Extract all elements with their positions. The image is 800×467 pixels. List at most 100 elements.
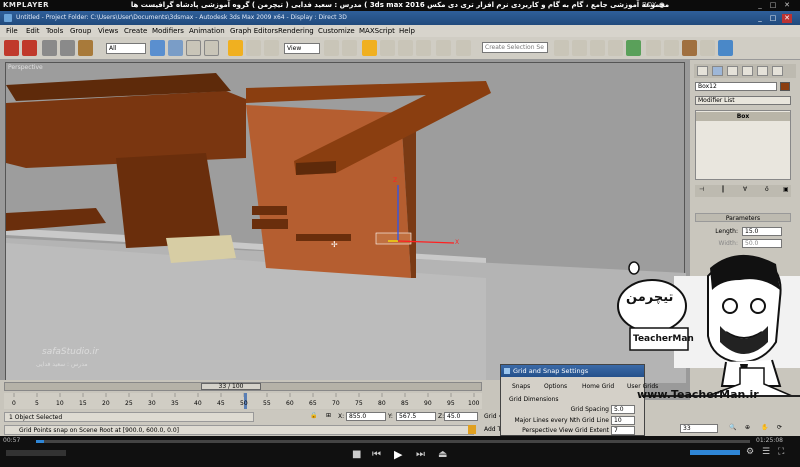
remove-modifier-icon[interactable]: ö xyxy=(765,186,769,193)
edit-named-sel-icon[interactable] xyxy=(436,40,451,56)
curve-editor-icon[interactable] xyxy=(590,40,605,56)
make-unique-icon[interactable]: ∀ xyxy=(743,186,747,193)
eject-icon[interactable]: ⏏ xyxy=(438,449,447,460)
mirror-icon[interactable] xyxy=(456,40,471,56)
schematic-view-icon[interactable] xyxy=(608,40,623,56)
stop-icon[interactable]: ■ xyxy=(352,449,361,460)
menu-file[interactable]: File xyxy=(6,25,18,37)
zoom-icon[interactable]: 🔍 xyxy=(729,424,736,431)
tab-snaps[interactable]: Snaps xyxy=(512,383,530,390)
show-end-result-icon[interactable]: ║ xyxy=(721,186,725,193)
menu-rendering[interactable]: Rendering xyxy=(278,25,314,37)
window-crossing-icon[interactable] xyxy=(204,40,219,56)
object-color-swatch[interactable] xyxy=(780,82,790,91)
motion-tab-icon[interactable] xyxy=(742,66,753,76)
pivot-center-icon[interactable] xyxy=(324,40,339,56)
menu-tools[interactable]: Tools xyxy=(46,25,63,37)
modify-tab-icon[interactable] xyxy=(712,66,723,76)
hierarchy-tab-icon[interactable] xyxy=(727,66,738,76)
tab-home-grid[interactable]: Home Grid xyxy=(582,383,614,390)
volume-slider[interactable] xyxy=(690,450,740,455)
menu-modifiers[interactable]: Modifiers xyxy=(152,25,184,37)
scale-icon[interactable] xyxy=(264,40,279,56)
menu-views[interactable]: Views xyxy=(98,25,118,37)
menu-animation[interactable]: Animation xyxy=(189,25,225,37)
ref-coord-dropdown[interactable]: View xyxy=(284,43,320,54)
menu-maxscript[interactable]: MAXScript xyxy=(359,25,395,37)
bind-spacewarp-icon[interactable] xyxy=(78,40,93,56)
teacherman-url[interactable]: www.TeacherMan.ir xyxy=(637,388,759,401)
time-slider-track[interactable]: 33 / 100 xyxy=(4,382,482,391)
move-icon[interactable] xyxy=(228,40,243,56)
time-slider[interactable]: 33 / 100 xyxy=(201,383,261,390)
align-icon[interactable] xyxy=(554,40,569,56)
tab-options[interactable]: Options xyxy=(544,383,567,390)
seek-bar[interactable] xyxy=(36,440,750,443)
seek-progress xyxy=(36,440,44,443)
object-name-field[interactable]: Box12 xyxy=(695,82,777,91)
snap-toggle-icon[interactable] xyxy=(362,40,377,56)
rotate-icon[interactable] xyxy=(246,40,261,56)
quick-render-icon[interactable] xyxy=(682,40,697,56)
fullscreen-icon[interactable]: ⛶ xyxy=(778,447,784,457)
lock-icon[interactable]: 🔒 xyxy=(310,412,317,419)
render-setup-icon[interactable] xyxy=(646,40,661,56)
menu-graph-editors[interactable]: Graph Editors xyxy=(230,25,278,37)
redo-icon[interactable] xyxy=(22,40,37,56)
undo-icon[interactable] xyxy=(4,40,19,56)
next-icon[interactable]: ⏭ xyxy=(416,449,425,460)
modifier-list-dropdown[interactable]: Modifier List xyxy=(695,96,791,105)
select-by-name-icon[interactable] xyxy=(168,40,183,56)
z-coord-input[interactable]: 45.0 xyxy=(444,412,478,421)
length-input[interactable]: 15.0 xyxy=(742,227,782,236)
render-teapot-icon[interactable] xyxy=(700,40,715,56)
angle-snap-icon[interactable] xyxy=(380,40,395,56)
select-manipulate-icon[interactable] xyxy=(342,40,357,56)
active-shade-icon[interactable] xyxy=(718,40,733,56)
win-close-icon[interactable]: ✕ xyxy=(782,14,792,23)
menu-edit[interactable]: Edit xyxy=(26,25,40,37)
percent-snap-icon[interactable] xyxy=(398,40,413,56)
current-frame-input[interactable]: 33 xyxy=(680,424,718,433)
menu-create[interactable]: Create xyxy=(124,25,147,37)
add-time-tag-icon[interactable] xyxy=(468,425,476,434)
bench-leg-left xyxy=(6,208,106,231)
perspective-viewport[interactable]: Perspective Z X ✢ safaStudio.ir مدرس : س… xyxy=(5,62,686,383)
link-icon[interactable] xyxy=(42,40,57,56)
rendered-frame-icon[interactable] xyxy=(664,40,679,56)
layer-manager-icon[interactable] xyxy=(572,40,587,56)
select-object-icon[interactable] xyxy=(150,40,165,56)
y-coord-input[interactable]: 567.5 xyxy=(396,412,436,421)
menu-help[interactable]: Help xyxy=(399,25,415,37)
create-selection-set[interactable]: Create Selection Se xyxy=(482,42,548,53)
parameters-rollout[interactable]: Parameters xyxy=(695,213,791,222)
display-tab-icon[interactable] xyxy=(757,66,768,76)
material-editor-icon[interactable] xyxy=(626,40,641,56)
selection-filter[interactable]: All xyxy=(106,43,146,54)
rect-selection-icon[interactable] xyxy=(186,40,201,56)
unlink-icon[interactable] xyxy=(60,40,75,56)
menu-customize[interactable]: Customize xyxy=(318,25,355,37)
pan-icon[interactable]: ✋ xyxy=(761,424,768,431)
major-lines-input[interactable]: 10 xyxy=(611,416,635,425)
add-time-tag[interactable]: Add T xyxy=(484,426,501,433)
playlist-icon[interactable]: ☰ xyxy=(762,447,770,457)
win-minimize-icon[interactable]: _ xyxy=(755,14,765,23)
abs-mode-icon[interactable]: ⊞ xyxy=(326,412,331,419)
win-maximize-icon[interactable]: □ xyxy=(768,14,778,23)
spinner-snap-icon[interactable] xyxy=(416,40,431,56)
play-icon[interactable]: ▶ xyxy=(394,448,402,461)
configure-sets-icon[interactable]: ▣ xyxy=(783,186,789,193)
settings-icon[interactable]: ⚙ xyxy=(746,447,754,457)
x-coord-input[interactable]: 855.0 xyxy=(346,412,386,421)
pin-stack-icon[interactable]: ⊣ xyxy=(699,186,704,193)
create-tab-icon[interactable] xyxy=(697,66,708,76)
menu-group[interactable]: Group xyxy=(70,25,91,37)
track-bar[interactable]: 0 5 10 15 20 25 30 35 40 45 50 55 60 65 … xyxy=(4,393,482,409)
prev-icon[interactable]: ⏮ xyxy=(372,449,381,460)
orbit-icon[interactable]: ⟳ xyxy=(777,424,782,431)
stack-item-box[interactable]: Box xyxy=(696,112,790,121)
utilities-tab-icon[interactable] xyxy=(772,66,783,76)
zoom-all-icon[interactable]: ⊕ xyxy=(745,424,750,431)
persp-grid-extent-input[interactable]: 7 xyxy=(611,426,635,435)
